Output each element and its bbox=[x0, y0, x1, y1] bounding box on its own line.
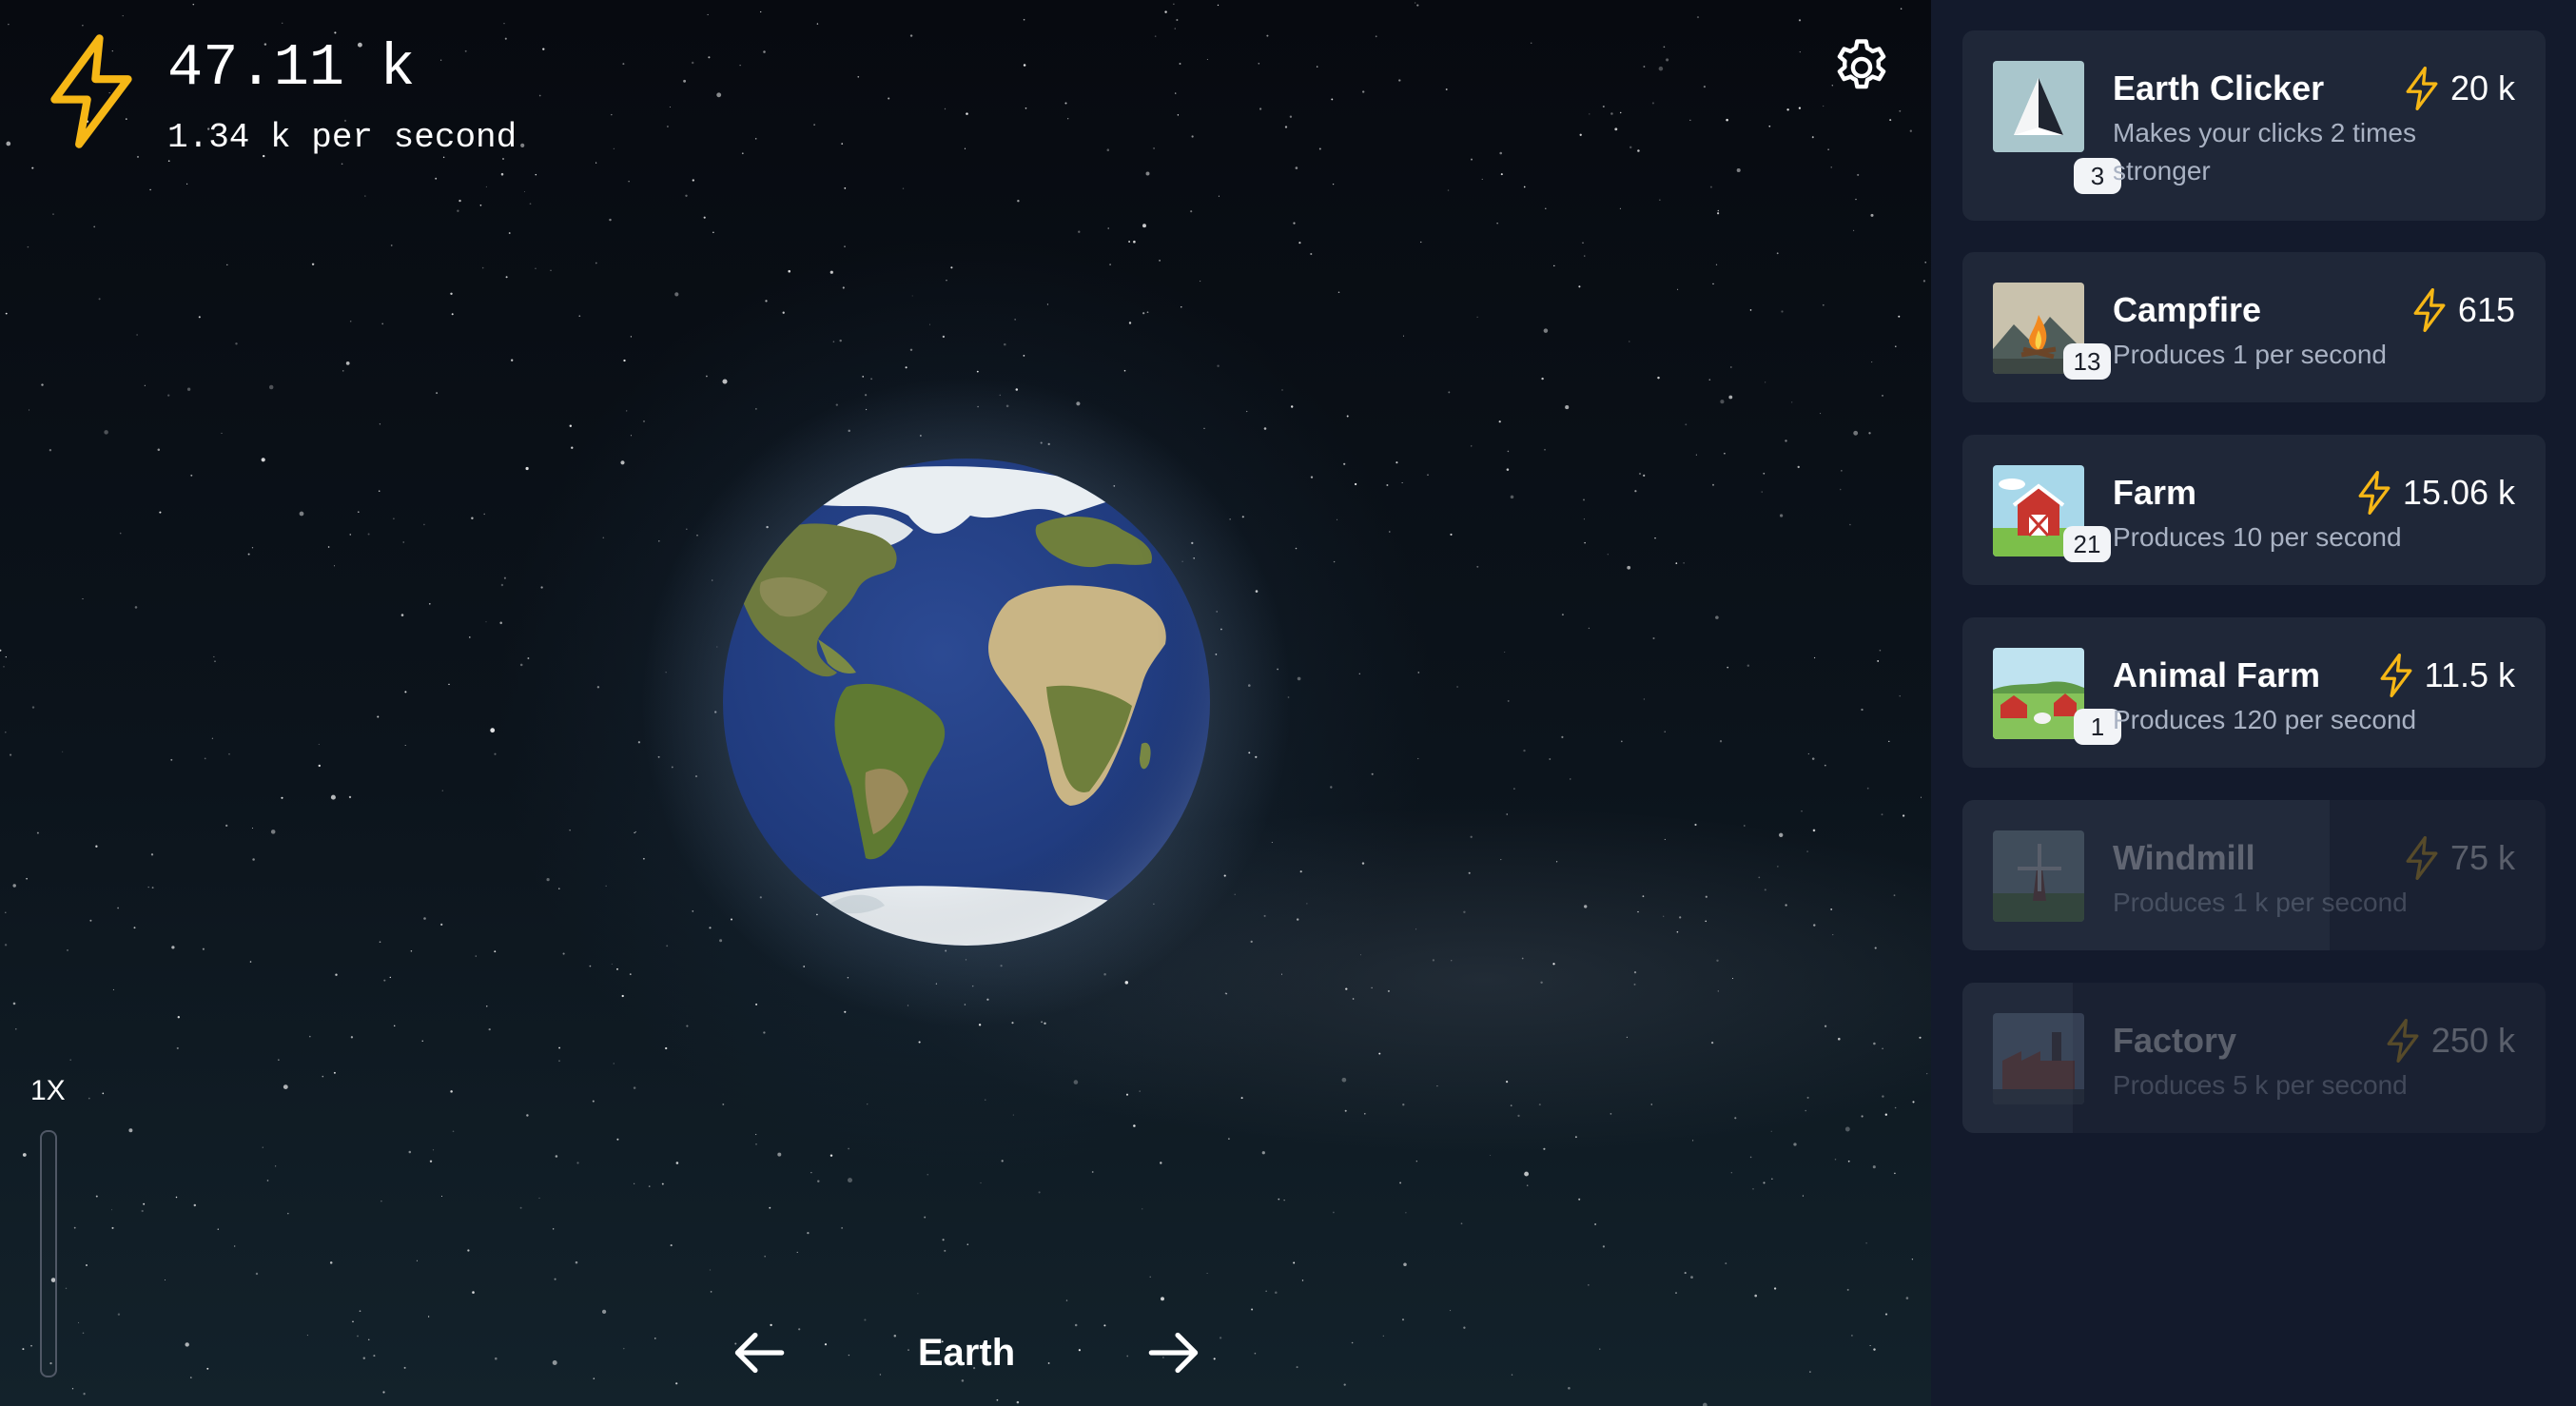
windmill-price-value: 75 k bbox=[2449, 838, 2515, 877]
planet-navigation: Earth bbox=[723, 1318, 1210, 1388]
animal-farm-name: Animal Farm bbox=[2113, 655, 2321, 694]
energy-display: 47.11 k 1.34 k per second bbox=[42, 34, 517, 157]
earth-planet[interactable] bbox=[723, 459, 1210, 946]
earth-clicker-price-value: 20 k bbox=[2449, 68, 2515, 107]
farm-count: 21 bbox=[2063, 526, 2111, 562]
animal-farm-price: 11.5 k bbox=[2377, 654, 2515, 697]
factory-name: Factory bbox=[2113, 1021, 2237, 1060]
shop-item-farm[interactable]: 21 Farm Produces 10 per second 15.06 k bbox=[1962, 435, 2546, 585]
lightning-bolt-icon bbox=[2358, 471, 2391, 515]
factory-price-value: 250 k bbox=[2430, 1021, 2515, 1060]
windmill-thumbnail bbox=[1993, 830, 2084, 922]
lightning-bolt-icon bbox=[2413, 288, 2446, 332]
earth-clicker-thumbnail bbox=[1993, 61, 2084, 152]
shop-item-factory[interactable]: Factory Produces 5 k per second 250 k bbox=[1962, 983, 2546, 1133]
windmill-price: 75 k bbox=[2403, 836, 2515, 880]
game-area: 47.11 k 1.34 k per second 1X Earth bbox=[0, 0, 1931, 1406]
lightning-bolt-icon bbox=[2380, 654, 2412, 697]
lightning-bolt-icon bbox=[2406, 67, 2438, 110]
earth-clicker-description: Makes your clicks 2 times stronger bbox=[2113, 118, 2416, 186]
lightning-bolt-icon bbox=[50, 34, 132, 148]
campfire-name: Campfire bbox=[2113, 290, 2262, 329]
campfire-description: Produces 1 per second bbox=[2113, 340, 2387, 369]
factory-thumbnail bbox=[1993, 1013, 2084, 1104]
farm-name: Farm bbox=[2113, 473, 2197, 512]
farm-description: Produces 10 per second bbox=[2113, 522, 2402, 552]
earth-clicker-price: 20 k bbox=[2403, 67, 2515, 110]
farm-price: 15.06 k bbox=[2355, 471, 2515, 515]
animal-farm-price-value: 11.5 k bbox=[2424, 655, 2515, 694]
energy-rate: 1.34 k per second bbox=[167, 118, 517, 157]
shop-item-campfire[interactable]: 13 Campfire Produces 1 per second 615 bbox=[1962, 252, 2546, 402]
shop-panel: 3 Earth Clicker Makes your clicks 2 time… bbox=[1931, 0, 2576, 1406]
lightning-bolt-icon bbox=[2387, 1019, 2419, 1063]
planet-container bbox=[618, 354, 1315, 1050]
speed-slider[interactable] bbox=[40, 1130, 57, 1377]
farm-price-value: 15.06 k bbox=[2402, 473, 2515, 512]
factory-price: 250 k bbox=[2384, 1019, 2515, 1063]
arrow-right-icon[interactable] bbox=[1140, 1318, 1210, 1388]
lightning-bolt-icon bbox=[2406, 836, 2438, 880]
planet-name: Earth bbox=[917, 1331, 1016, 1374]
earth-clicker-name: Earth Clicker bbox=[2113, 68, 2325, 107]
shop-item-earth-clicker[interactable]: 3 Earth Clicker Makes your clicks 2 time… bbox=[1962, 30, 2546, 221]
speed-label: 1X bbox=[30, 1075, 66, 1106]
shop-item-windmill[interactable]: Windmill Produces 1 k per second 75 k bbox=[1962, 800, 2546, 950]
campfire-price-value: 615 bbox=[2457, 290, 2515, 329]
gear-icon[interactable] bbox=[1830, 36, 1893, 99]
campfire-count: 13 bbox=[2063, 343, 2111, 380]
campfire-price: 615 bbox=[2410, 288, 2515, 332]
shop-item-animal-farm[interactable]: 1 Animal Farm Produces 120 per second 11… bbox=[1962, 617, 2546, 768]
windmill-description: Produces 1 k per second bbox=[2113, 888, 2408, 917]
factory-description: Produces 5 k per second bbox=[2113, 1070, 2408, 1100]
animal-farm-thumbnail bbox=[1993, 648, 2084, 739]
arrow-left-icon[interactable] bbox=[723, 1318, 793, 1388]
windmill-name: Windmill bbox=[2113, 838, 2255, 877]
animal-farm-description: Produces 120 per second bbox=[2113, 705, 2417, 734]
energy-total: 47.11 k bbox=[167, 34, 416, 102]
